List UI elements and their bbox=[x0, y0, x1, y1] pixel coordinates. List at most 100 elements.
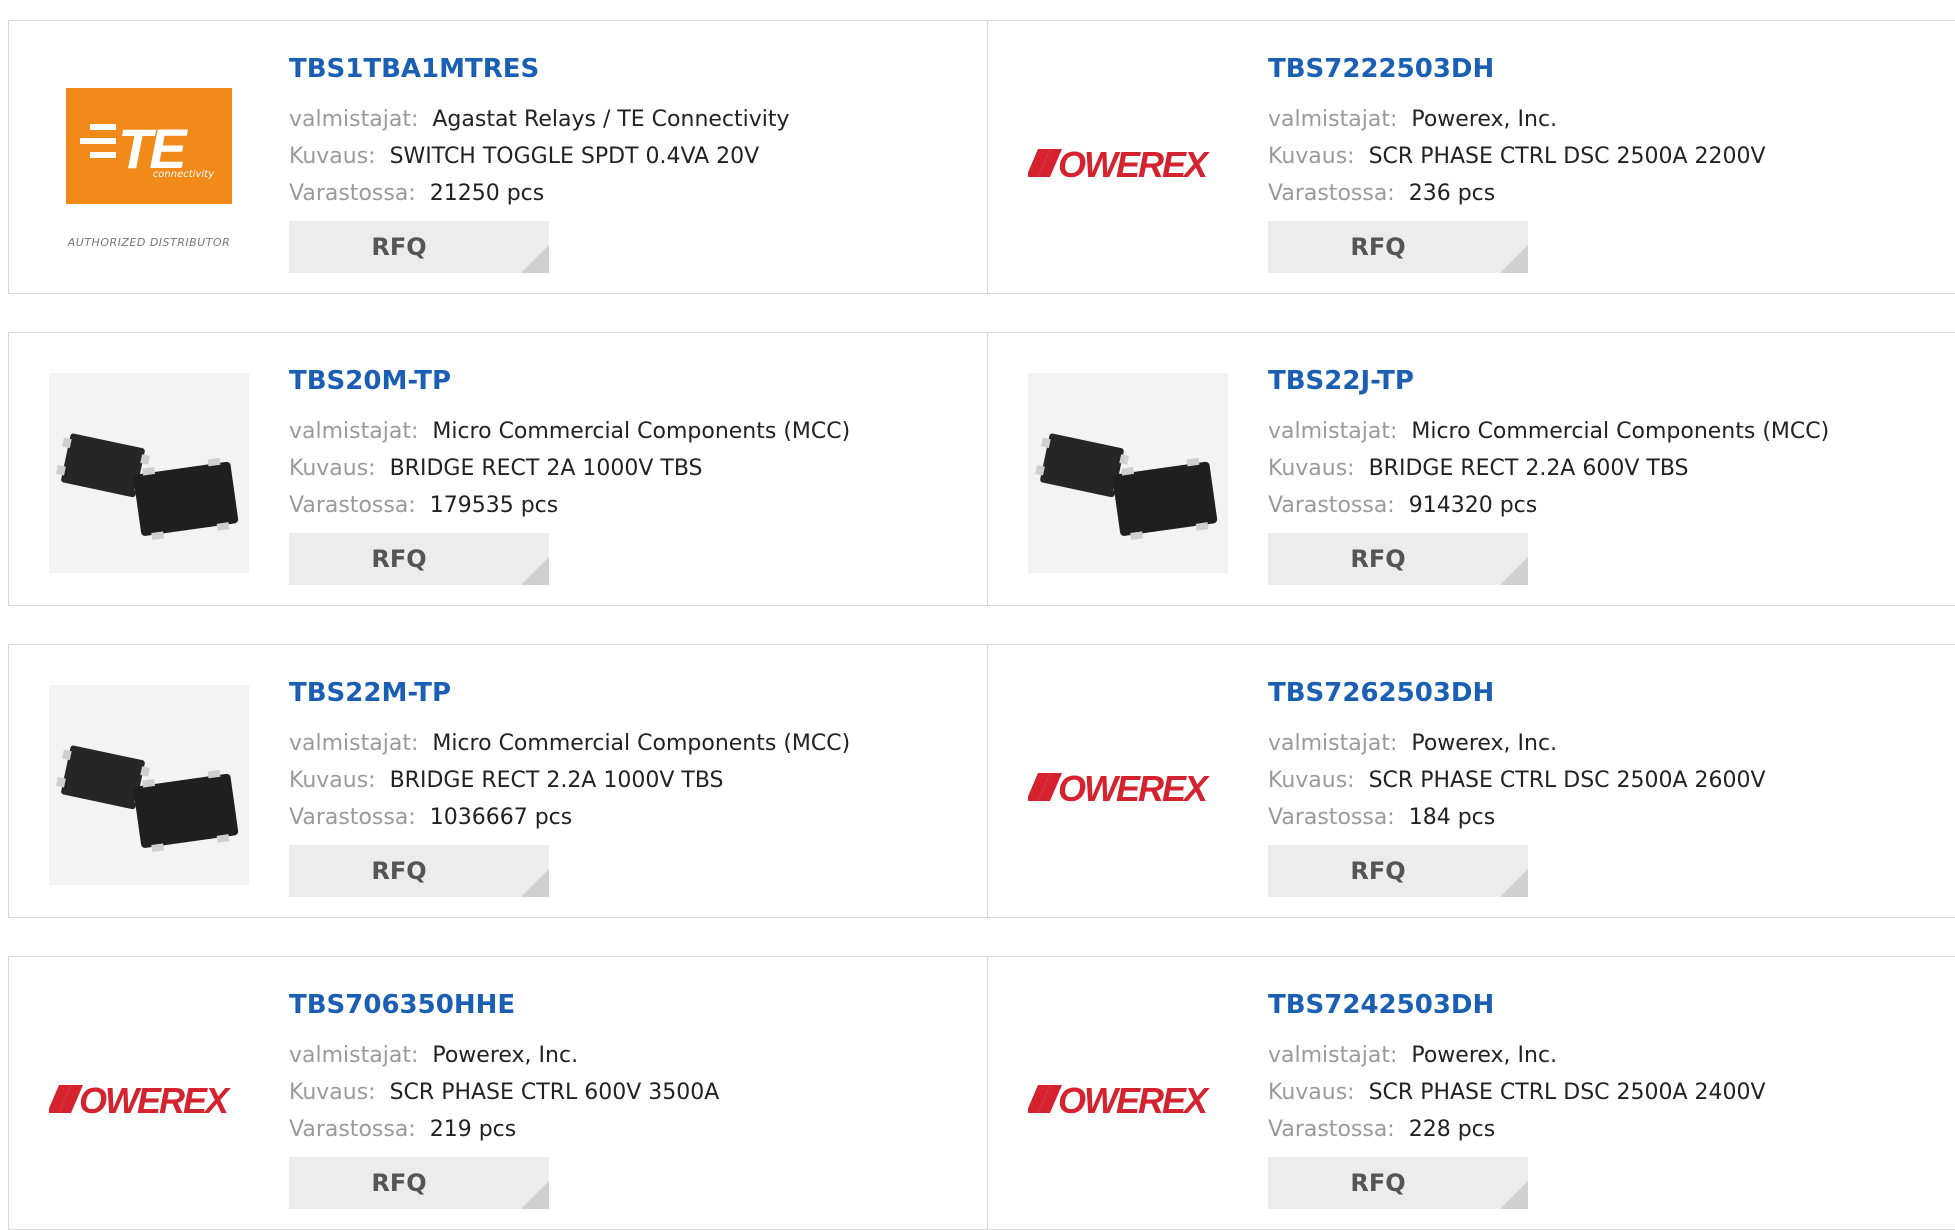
product-info: TBS20M-TP valmistajat: Micro Commercial C… bbox=[289, 363, 850, 524]
manufacturer-label: valmistajat: bbox=[289, 731, 419, 756]
product-image[interactable]: OWEREX bbox=[1028, 997, 1228, 1197]
manufacturer-value: Micro Commercial Components (MCC) bbox=[432, 731, 851, 756]
corner-fold-icon bbox=[1500, 869, 1528, 897]
stock-label: Varastossa: bbox=[1268, 805, 1395, 830]
description-label: Kuvaus: bbox=[289, 456, 376, 481]
stock-label: Varastossa: bbox=[1268, 493, 1395, 518]
product-image[interactable]: OWEREX bbox=[49, 997, 249, 1197]
manufacturer-label: valmistajat: bbox=[1268, 731, 1398, 756]
manufacturer-label: valmistajat: bbox=[1268, 107, 1398, 132]
part-number-link[interactable]: TBS7242503DH bbox=[1268, 987, 1766, 1023]
rfq-label: RFQ bbox=[1350, 1169, 1406, 1197]
te-logo: TE connectivity AUTHORIZED DISTRIBUTOR bbox=[49, 61, 249, 261]
stock-label: Varastossa: bbox=[289, 805, 416, 830]
product-image[interactable] bbox=[1028, 373, 1228, 573]
product-image[interactable] bbox=[49, 373, 249, 573]
product-info: TBS22M-TP valmistajat: Micro Commercial C… bbox=[289, 675, 850, 836]
stock-line: Varastossa: 228 pcs bbox=[1268, 1111, 1766, 1148]
stock-line: Varastossa: 184 pcs bbox=[1268, 799, 1766, 836]
description-value: SCR PHASE CTRL DSC 2500A 2600V bbox=[1368, 768, 1766, 793]
rfq-button[interactable]: RFQ bbox=[1268, 1157, 1528, 1209]
description-line: Kuvaus: SCR PHASE CTRL DSC 2500A 2200V bbox=[1268, 138, 1766, 175]
description-value: SCR PHASE CTRL DSC 2500A 2200V bbox=[1368, 144, 1766, 169]
rfq-label: RFQ bbox=[1350, 857, 1406, 885]
rfq-button[interactable]: RFQ bbox=[1268, 845, 1528, 897]
product-row: OWEREX TBS706350HHE valmistajat: Powerex,… bbox=[8, 956, 1955, 1230]
manufacturer-line: valmistajat: Powerex, Inc. bbox=[1268, 101, 1766, 138]
description-line: Kuvaus: BRIDGE RECT 2.2A 600V TBS bbox=[1268, 450, 1829, 487]
product-info: TBS7242503DH valmistajat: Powerex, Inc. K… bbox=[1268, 987, 1766, 1148]
description-line: Kuvaus: BRIDGE RECT 2A 1000V TBS bbox=[289, 450, 850, 487]
product-card: OWEREX TBS7242503DH valmistajat: Powerex,… bbox=[987, 957, 1955, 1229]
product-card: OWEREX TBS7262503DH valmistajat: Powerex,… bbox=[987, 645, 1955, 917]
manufacturer-label: valmistajat: bbox=[1268, 1043, 1398, 1068]
product-image[interactable]: OWEREX bbox=[1028, 61, 1228, 261]
part-number-link[interactable]: TBS7262503DH bbox=[1268, 675, 1766, 711]
product-image[interactable]: TE connectivity AUTHORIZED DISTRIBUTOR bbox=[49, 61, 249, 261]
manufacturer-value: Powerex, Inc. bbox=[1411, 107, 1558, 132]
part-number-link[interactable]: TBS7222503DH bbox=[1268, 51, 1766, 87]
description-line: Kuvaus: SCR PHASE CTRL DSC 2500A 2600V bbox=[1268, 762, 1766, 799]
rfq-button[interactable]: RFQ bbox=[289, 1157, 549, 1209]
manufacturer-value: Agastat Relays / TE Connectivity bbox=[432, 107, 790, 132]
stock-line: Varastossa: 1036667 pcs bbox=[289, 799, 850, 836]
product-card: TBS22J-TP valmistajat: Micro Commercial C… bbox=[987, 333, 1955, 605]
part-number-link[interactable]: TBS1TBA1MTRES bbox=[289, 51, 790, 87]
te-logo-sub: connectivity bbox=[152, 169, 214, 180]
description-line: Kuvaus: SWITCH TOGGLE SPDT 0.4VA 20V bbox=[289, 138, 790, 175]
manufacturer-label: valmistajat: bbox=[289, 1043, 419, 1068]
corner-fold-icon bbox=[521, 245, 549, 273]
manufacturer-value: Micro Commercial Components (MCC) bbox=[432, 419, 851, 444]
stock-line: Varastossa: 236 pcs bbox=[1268, 175, 1766, 212]
description-value: BRIDGE RECT 2A 1000V TBS bbox=[389, 456, 703, 481]
manufacturer-value: Micro Commercial Components (MCC) bbox=[1411, 419, 1830, 444]
manufacturer-label: valmistajat: bbox=[289, 419, 419, 444]
rfq-button[interactable]: RFQ bbox=[1268, 221, 1528, 273]
rfq-button[interactable]: RFQ bbox=[289, 221, 549, 273]
rfq-label: RFQ bbox=[371, 233, 427, 261]
description-line: Kuvaus: BRIDGE RECT 2.2A 1000V TBS bbox=[289, 762, 850, 799]
stock-line: Varastossa: 21250 pcs bbox=[289, 175, 790, 212]
part-number-link[interactable]: TBS22J-TP bbox=[1268, 363, 1829, 399]
stock-line: Varastossa: 219 pcs bbox=[289, 1111, 719, 1148]
product-card: TE connectivity AUTHORIZED DISTRIBUTOR TBS… bbox=[9, 21, 987, 293]
part-number-link[interactable]: TBS22M-TP bbox=[289, 675, 850, 711]
powerex-logo: OWEREX bbox=[1028, 131, 1228, 191]
description-label: Kuvaus: bbox=[1268, 144, 1355, 169]
powerex-logo: OWEREX bbox=[49, 1067, 249, 1127]
stock-value: 1036667 pcs bbox=[429, 805, 573, 830]
product-card: TBS22M-TP valmistajat: Micro Commercial C… bbox=[9, 645, 987, 917]
rfq-label: RFQ bbox=[1350, 545, 1406, 573]
manufacturer-value: Powerex, Inc. bbox=[432, 1043, 579, 1068]
product-info: TBS22J-TP valmistajat: Micro Commercial C… bbox=[1268, 363, 1829, 524]
rfq-button[interactable]: RFQ bbox=[289, 533, 549, 585]
product-row: TBS20M-TP valmistajat: Micro Commercial C… bbox=[8, 332, 1955, 606]
rfq-button[interactable]: RFQ bbox=[289, 845, 549, 897]
rfq-button[interactable]: RFQ bbox=[1268, 533, 1528, 585]
chip-photo bbox=[49, 685, 249, 885]
manufacturer-label: valmistajat: bbox=[1268, 419, 1398, 444]
description-value: SCR PHASE CTRL 600V 3500A bbox=[389, 1080, 720, 1105]
rfq-label: RFQ bbox=[371, 857, 427, 885]
product-info: TBS7222503DH valmistajat: Powerex, Inc. K… bbox=[1268, 51, 1766, 212]
authorized-distributor-badge: AUTHORIZED DISTRIBUTOR bbox=[67, 236, 231, 249]
product-card: TBS20M-TP valmistajat: Micro Commercial C… bbox=[9, 333, 987, 605]
rfq-label: RFQ bbox=[1350, 233, 1406, 261]
manufacturer-line: valmistajat: Agastat Relays / TE Connecti… bbox=[289, 101, 790, 138]
product-card: OWEREX TBS706350HHE valmistajat: Powerex,… bbox=[9, 957, 987, 1229]
product-image[interactable] bbox=[49, 685, 249, 885]
stock-line: Varastossa: 914320 pcs bbox=[1268, 487, 1829, 524]
description-line: Kuvaus: SCR PHASE CTRL DSC 2500A 2400V bbox=[1268, 1074, 1766, 1111]
stock-label: Varastossa: bbox=[1268, 1117, 1395, 1142]
description-value: BRIDGE RECT 2.2A 600V TBS bbox=[1368, 456, 1689, 481]
product-image[interactable]: OWEREX bbox=[1028, 685, 1228, 885]
stock-value: 179535 pcs bbox=[429, 493, 559, 518]
part-number-link[interactable]: TBS20M-TP bbox=[289, 363, 850, 399]
part-number-link[interactable]: TBS706350HHE bbox=[289, 987, 719, 1023]
corner-fold-icon bbox=[521, 557, 549, 585]
description-label: Kuvaus: bbox=[289, 144, 376, 169]
manufacturer-label: valmistajat: bbox=[289, 107, 419, 132]
description-line: Kuvaus: SCR PHASE CTRL 600V 3500A bbox=[289, 1074, 719, 1111]
powerex-logo-text: OWEREX bbox=[1058, 144, 1210, 185]
description-label: Kuvaus: bbox=[1268, 456, 1355, 481]
